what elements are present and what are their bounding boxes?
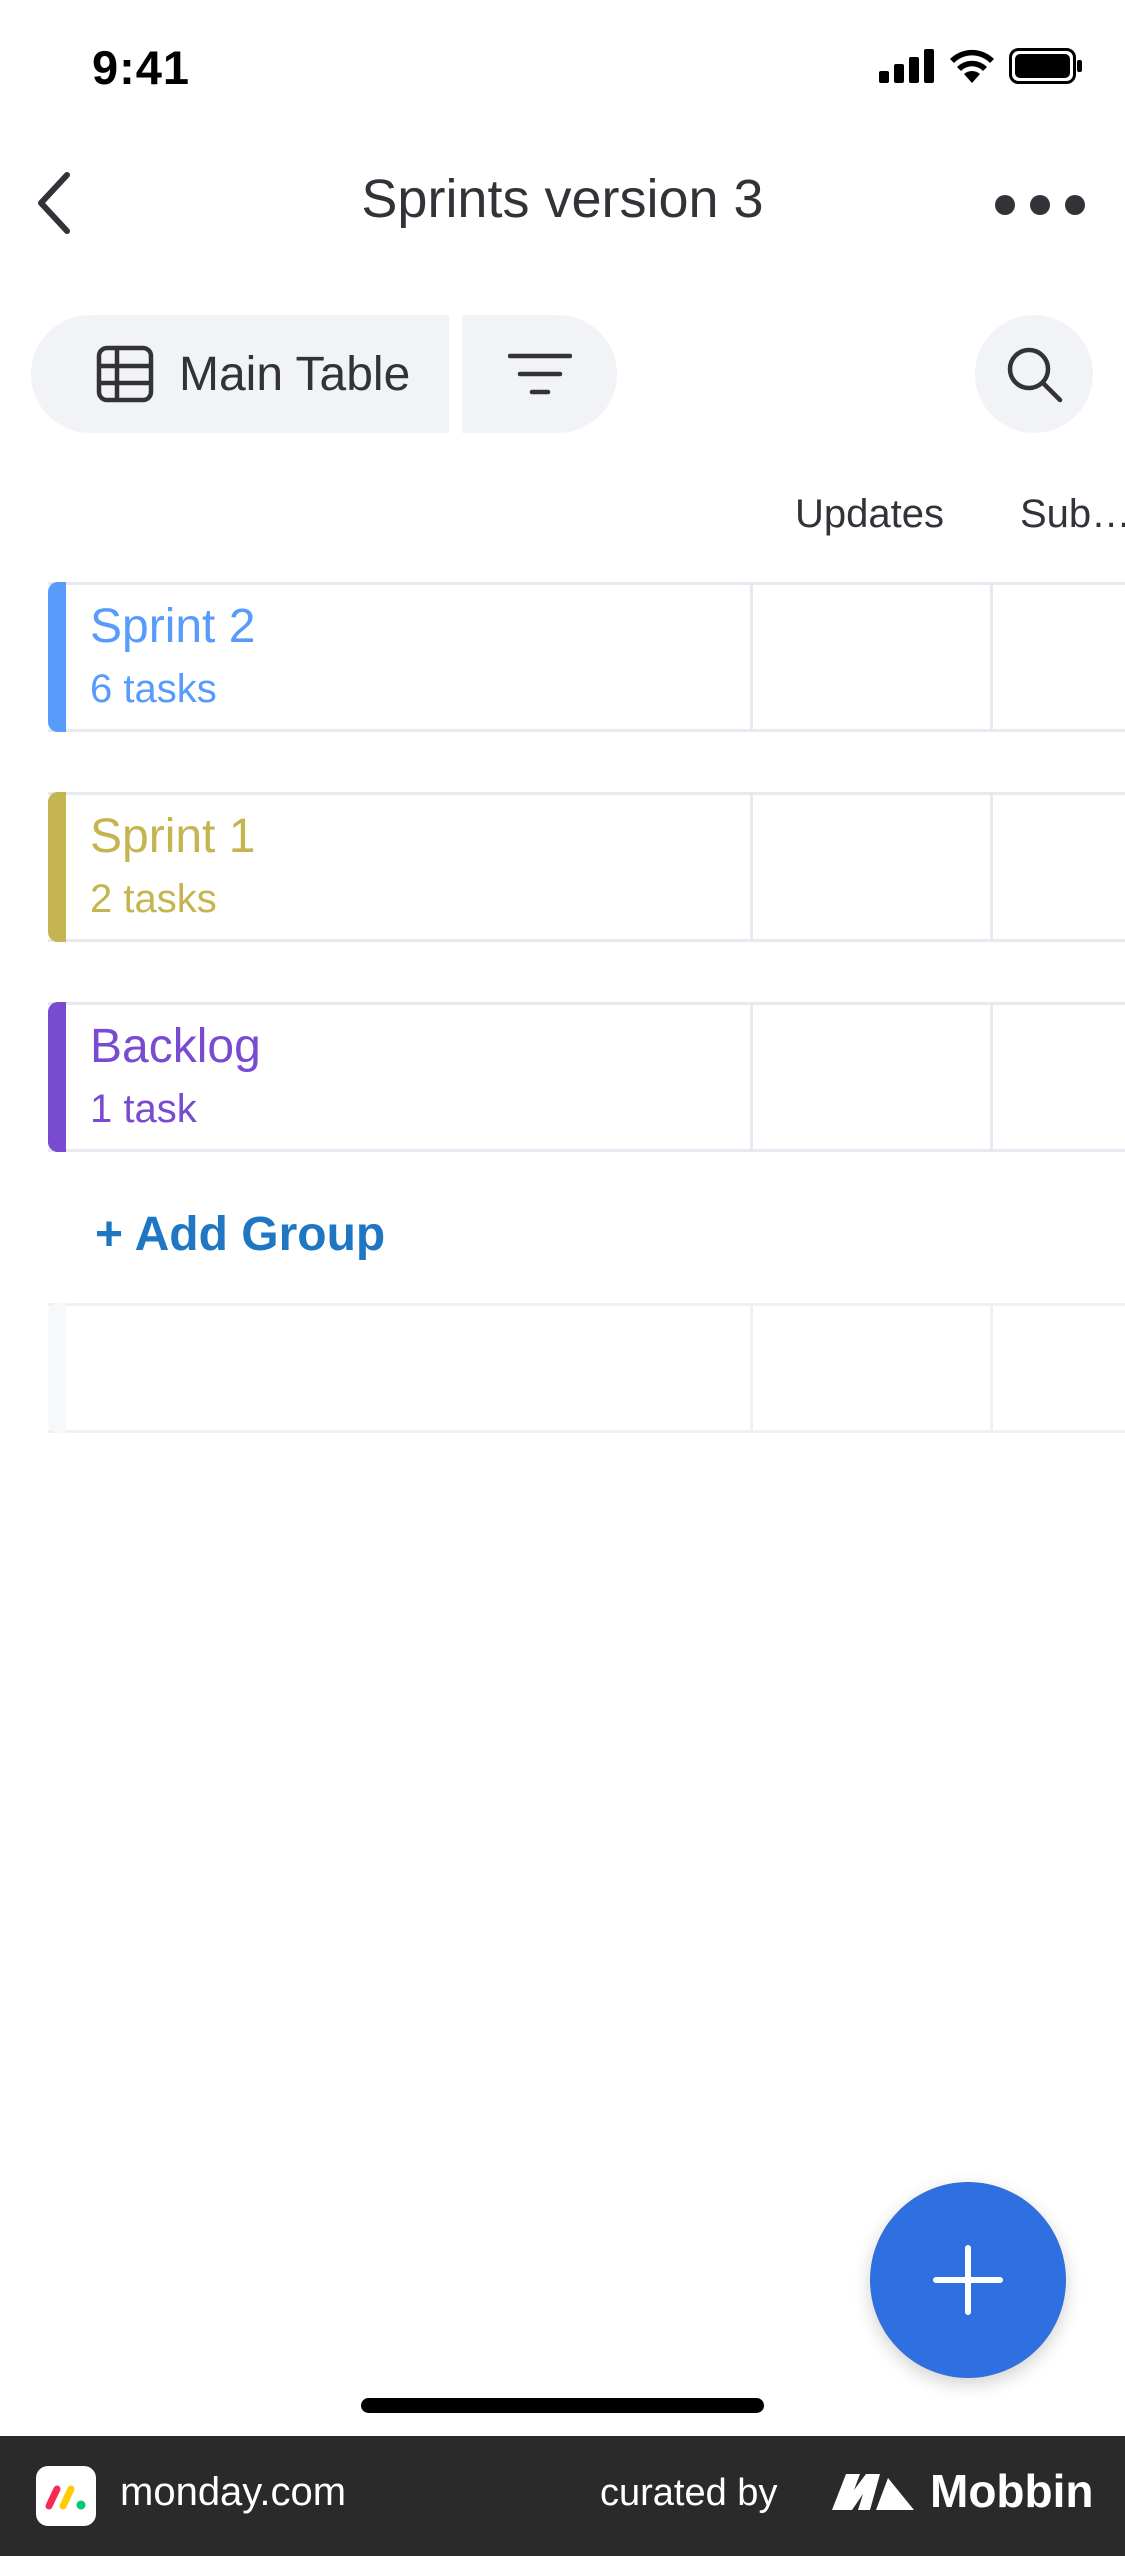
group-task-count: 2 tasks xyxy=(90,877,217,921)
column-divider xyxy=(990,1005,993,1149)
column-divider xyxy=(990,585,993,729)
wifi-icon xyxy=(950,49,994,83)
group-sprint-2[interactable]: Sprint 2 6 tasks xyxy=(48,582,1125,732)
group-backlog[interactable]: Backlog 1 task xyxy=(48,1002,1125,1152)
group-name: Sprint 2 xyxy=(90,600,256,653)
add-item-fab[interactable] xyxy=(870,2182,1066,2378)
empty-table-row xyxy=(48,1303,1125,1433)
filter-icon xyxy=(507,353,572,395)
footer-curated-by: curated by xyxy=(600,2472,778,2514)
group-sprint-1[interactable]: Sprint 1 2 tasks xyxy=(48,792,1125,942)
add-group-button[interactable]: + Add Group xyxy=(95,1207,385,1262)
column-divider xyxy=(750,1005,753,1149)
header: Sprints version 3 xyxy=(0,150,1125,250)
footer-banner: monday.com curated by Mobbin xyxy=(0,2436,1125,2556)
view-selector-label: Main Table xyxy=(179,347,411,401)
status-bar: 9:41 xyxy=(0,0,1125,140)
column-divider xyxy=(750,795,753,939)
monday-logo-icon xyxy=(36,2466,96,2526)
group-color-bar xyxy=(48,1002,66,1152)
search-icon xyxy=(1007,347,1063,403)
table-icon xyxy=(96,345,154,403)
column-divider xyxy=(750,1306,753,1430)
status-time: 9:41 xyxy=(92,41,191,94)
group-task-count: 1 task xyxy=(90,1087,197,1131)
column-header-updates[interactable]: Updates xyxy=(795,492,944,537)
group-name: Backlog xyxy=(90,1020,261,1073)
column-header-subitems[interactable]: Sub… xyxy=(1020,492,1125,537)
more-dot-icon xyxy=(995,195,1015,215)
group-color-bar xyxy=(48,792,66,942)
mobbin-brand: Mobbin xyxy=(830,2464,1094,2518)
column-divider xyxy=(990,1306,993,1430)
home-indicator xyxy=(361,2398,764,2413)
plus-icon xyxy=(933,2245,1003,2315)
group-name: Sprint 1 xyxy=(90,810,256,863)
more-dot-icon xyxy=(1030,195,1050,215)
more-options-button[interactable] xyxy=(995,180,1085,230)
cellular-signal-icon xyxy=(879,49,934,83)
search-button[interactable] xyxy=(975,315,1093,433)
page-title: Sprints version 3 xyxy=(361,169,764,229)
filter-button[interactable] xyxy=(462,315,617,433)
footer-brand-name: Mobbin xyxy=(930,2465,1094,2517)
column-divider xyxy=(990,795,993,939)
more-dot-icon xyxy=(1065,195,1085,215)
row-edge xyxy=(48,1303,66,1433)
view-selector-button[interactable]: Main Table xyxy=(31,315,449,433)
group-task-count: 6 tasks xyxy=(90,667,217,711)
group-color-bar xyxy=(48,582,66,732)
footer-app-name: monday.com xyxy=(120,2470,347,2514)
mobbin-logo-icon xyxy=(832,2474,914,2510)
status-icons xyxy=(879,48,1083,84)
column-divider xyxy=(750,585,753,729)
battery-icon xyxy=(1009,48,1082,84)
